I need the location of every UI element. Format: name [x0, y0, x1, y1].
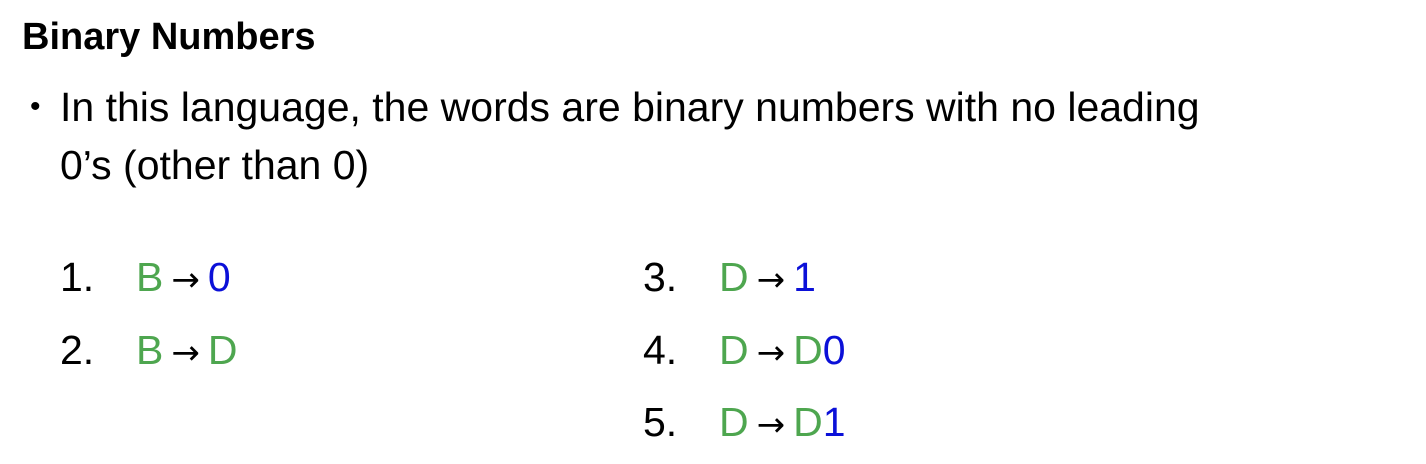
bullet-dot-icon: • [30, 90, 41, 123]
arrow-icon: → [171, 333, 200, 373]
bullet-text-line-2: 0’s (other than 0) [60, 142, 370, 188]
rule-rhs-nonterminal: D [207, 327, 238, 373]
rule-lhs: B [136, 254, 164, 300]
rule-rhs-nonterminal: D [793, 327, 823, 373]
rule-number: 4. [643, 327, 678, 373]
rule-rhs-terminal: 0 [207, 254, 231, 300]
rule-number: 1. [60, 254, 95, 300]
arrow-icon: → [756, 405, 786, 445]
rule-number: 3. [643, 254, 678, 300]
rule-3: 3. D → 1 [643, 248, 816, 309]
rule-4: 4. D → D0 [643, 321, 846, 382]
rule-1: 1. B → 0 [60, 248, 231, 309]
bullet-text: In this language, the words are binary n… [60, 78, 1200, 194]
rule-5: 5. D → D1 [643, 393, 846, 454]
rule-rhs-terminal: 1 [822, 399, 846, 445]
rule-2: 2. B → D [60, 321, 237, 382]
rule-number: 5. [643, 399, 678, 445]
arrow-icon: → [171, 260, 200, 300]
rule-lhs: D [719, 327, 749, 373]
rule-lhs: D [719, 254, 749, 300]
slide-title: Binary Numbers [22, 16, 316, 58]
arrow-icon: → [756, 333, 786, 373]
rule-number: 2. [60, 327, 95, 373]
arrow-icon: → [756, 260, 786, 300]
rule-lhs: D [719, 399, 749, 445]
rule-rhs-nonterminal: D [793, 399, 823, 445]
rule-lhs: B [136, 327, 164, 373]
rule-rhs-terminal: 1 [793, 254, 816, 300]
bullet-text-line-1: In this language, the words are binary n… [60, 84, 1200, 130]
rule-rhs-terminal: 0 [822, 327, 846, 373]
